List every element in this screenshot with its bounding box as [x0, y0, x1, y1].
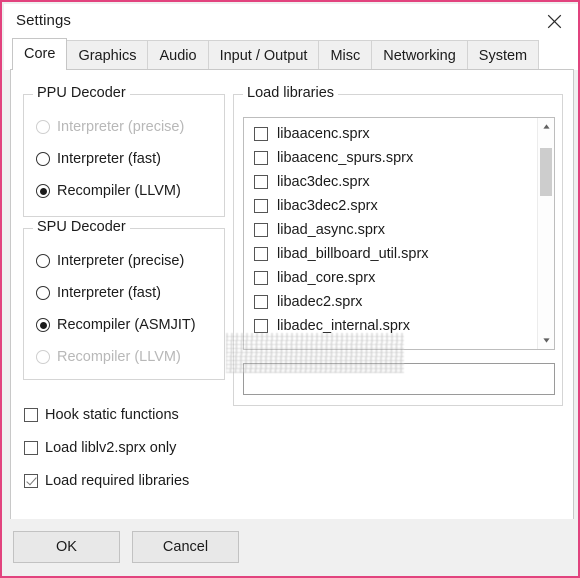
load-libraries-group: Load libraries libaacenc.sprx libaacenc_…: [233, 85, 563, 406]
list-item-label: libad_billboard_util.sprx: [277, 246, 429, 262]
close-icon: [547, 14, 562, 29]
scroll-up-arrow-icon[interactable]: [538, 118, 554, 135]
libraries-list[interactable]: libaacenc.sprx libaacenc_spurs.sprx liba…: [243, 117, 555, 350]
dialog-button-bar: OK Cancel: [4, 519, 578, 574]
spu-recompiler-asmjit-radio-row[interactable]: Recompiler (ASMJIT): [36, 315, 196, 335]
cancel-button[interactable]: Cancel: [132, 531, 239, 563]
checkbox-icon[interactable]: [254, 271, 268, 285]
tab-networking[interactable]: Networking: [371, 40, 468, 70]
list-item[interactable]: libaacenc_spurs.sprx: [244, 146, 537, 170]
spu-recompiler-llvm-radio-row[interactable]: Recompiler (LLVM): [36, 347, 181, 367]
close-button[interactable]: [532, 4, 576, 38]
load-required-libraries-label: Load required libraries: [45, 473, 190, 489]
load-liblv2-only-checkbox-row[interactable]: Load liblv2.sprx only: [24, 438, 176, 458]
title-bar: Settings: [4, 4, 578, 38]
hook-static-functions-label: Hook static functions: [45, 407, 179, 423]
ppu-interpreter-precise-label: Interpreter (precise): [57, 119, 185, 135]
core-tab-panel: PPU Decoder Interpreter (precise) Interp…: [10, 69, 574, 521]
list-item[interactable]: libadec2.sprx: [244, 290, 537, 314]
radio-icon: [36, 286, 50, 300]
radio-icon: [36, 120, 50, 134]
ppu-recompiler-llvm-label: Recompiler (LLVM): [57, 183, 181, 199]
tab-graphics[interactable]: Graphics: [66, 40, 149, 70]
load-liblv2-only-label: Load liblv2.sprx only: [45, 440, 177, 456]
spu-interpreter-precise-radio-row[interactable]: Interpreter (precise): [36, 251, 184, 271]
list-item-label: libadec_internal.sprx: [277, 318, 410, 334]
list-item[interactable]: libad_async.sprx: [244, 218, 537, 242]
list-item[interactable]: libad_core.sprx: [244, 266, 537, 290]
ppu-interpreter-precise-radio-row[interactable]: Interpreter (precise): [36, 117, 184, 137]
scrollbar-thumb[interactable]: [540, 148, 552, 196]
list-item[interactable]: libac3dec.sprx: [244, 170, 537, 194]
ppu-decoder-group: PPU Decoder Interpreter (precise) Interp…: [23, 85, 225, 217]
checkbox-icon[interactable]: [254, 223, 268, 237]
libraries-list-items: libaacenc.sprx libaacenc_spurs.sprx liba…: [244, 122, 537, 338]
ppu-interpreter-fast-radio-row[interactable]: Interpreter (fast): [36, 149, 161, 169]
spu-recompiler-llvm-label: Recompiler (LLVM): [57, 349, 181, 365]
library-filter-input[interactable]: [243, 363, 555, 395]
ppu-recompiler-llvm-radio-row[interactable]: Recompiler (LLVM): [36, 181, 181, 201]
radio-icon: [36, 152, 50, 166]
list-item-label: libad_async.sprx: [277, 222, 385, 238]
list-item[interactable]: libaacenc.sprx: [244, 122, 537, 146]
checkbox-icon[interactable]: [254, 151, 268, 165]
checkbox-icon[interactable]: [254, 127, 268, 141]
spu-interpreter-fast-label: Interpreter (fast): [57, 285, 161, 301]
checkbox-icon[interactable]: [254, 175, 268, 189]
load-libraries-title: Load libraries: [243, 85, 339, 101]
tab-misc[interactable]: Misc: [318, 40, 373, 70]
checkbox-icon[interactable]: [254, 247, 268, 261]
spu-interpreter-fast-radio-row[interactable]: Interpreter (fast): [36, 283, 161, 303]
scroll-down-arrow-icon[interactable]: [538, 332, 554, 349]
radio-icon: [36, 350, 50, 364]
list-item-label: libaacenc_spurs.sprx: [277, 150, 414, 166]
tab-core[interactable]: Core: [12, 38, 68, 70]
list-item-label: libac3dec.sprx: [277, 174, 370, 190]
checkbox-icon[interactable]: [254, 319, 268, 333]
radio-icon: [36, 318, 50, 332]
tab-input-output[interactable]: Input / Output: [207, 40, 320, 70]
tab-system[interactable]: System: [466, 40, 540, 70]
checkbox-icon: [24, 408, 38, 422]
radio-icon: [36, 184, 50, 198]
checkbox-icon: [24, 441, 38, 455]
window-title: Settings: [16, 12, 71, 29]
settings-window: Settings Core Graphics Audio Input / Out…: [0, 0, 580, 578]
spu-decoder-title: SPU Decoder: [33, 219, 130, 235]
tab-audio[interactable]: Audio: [147, 40, 209, 70]
spu-recompiler-asmjit-label: Recompiler (ASMJIT): [57, 317, 196, 333]
spu-decoder-group: SPU Decoder Interpreter (precise) Interp…: [23, 219, 225, 380]
libraries-list-scrollbar[interactable]: [537, 118, 554, 349]
ppu-decoder-title: PPU Decoder: [33, 85, 130, 101]
checkbox-icon[interactable]: [254, 295, 268, 309]
checkbox-icon: [24, 474, 38, 488]
tab-list: Core Graphics Audio Input / Output Misc …: [12, 38, 540, 70]
tab-strip: Core Graphics Audio Input / Output Misc …: [4, 38, 578, 70]
list-item-label: libaacenc.sprx: [277, 126, 370, 142]
spu-interpreter-precise-label: Interpreter (precise): [57, 253, 185, 269]
list-item[interactable]: libadec_internal.sprx: [244, 314, 537, 338]
list-item-label: libad_core.sprx: [277, 270, 376, 286]
list-item[interactable]: libac3dec2.sprx: [244, 194, 537, 218]
hook-static-functions-checkbox-row[interactable]: Hook static functions: [24, 405, 179, 425]
list-item-label: libadec2.sprx: [277, 294, 363, 310]
list-item[interactable]: libad_billboard_util.sprx: [244, 242, 537, 266]
checkbox-icon[interactable]: [254, 199, 268, 213]
list-item-label: libac3dec2.sprx: [277, 198, 378, 214]
ppu-interpreter-fast-label: Interpreter (fast): [57, 151, 161, 167]
ok-button[interactable]: OK: [13, 531, 120, 563]
radio-icon: [36, 254, 50, 268]
load-required-libraries-checkbox-row[interactable]: Load required libraries: [24, 471, 189, 491]
